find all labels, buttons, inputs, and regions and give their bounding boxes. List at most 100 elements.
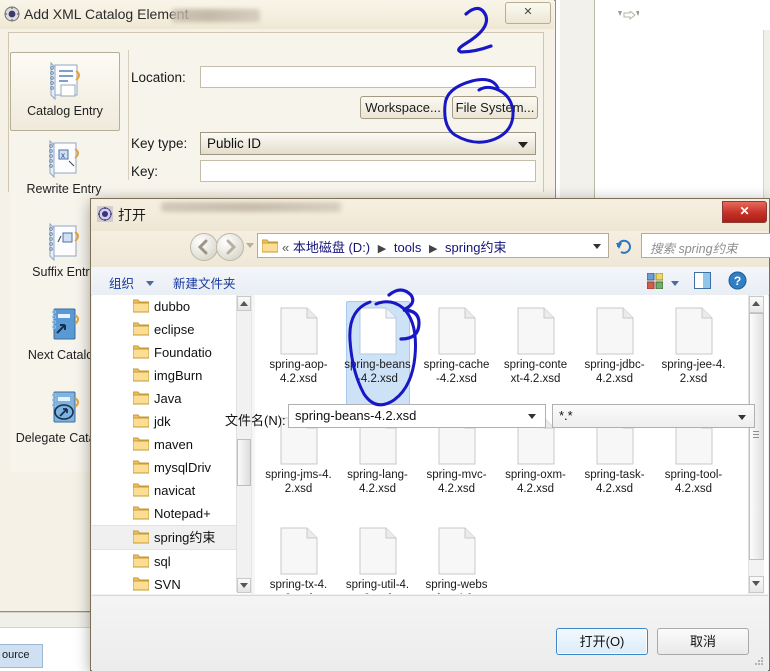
folder-icon — [133, 483, 149, 497]
folder-icon — [262, 239, 278, 253]
chevron-down-icon — [518, 142, 528, 148]
scrollbar-grip-icon — [753, 431, 759, 438]
xml-catalog-icon — [4, 6, 20, 22]
file-item-spring-context[interactable]: spring-context-4.2.xsd — [496, 299, 575, 409]
breadcrumb-item-2[interactable]: spring约束 — [445, 240, 506, 255]
open-button[interactable]: 打开(O) — [556, 628, 648, 655]
breadcrumb-item-0[interactable]: 本地磁盘 (D:) — [293, 240, 370, 255]
file-name-label: spring-aop-4.2.xsd — [269, 359, 328, 385]
tree-item-sql[interactable]: sql — [92, 550, 251, 573]
file-item-spring-tx[interactable]: spring-tx-4.2.xsd — [259, 519, 338, 594]
chevron-down-icon — [240, 583, 248, 588]
tree-item-mysqldriver[interactable]: mysqlDriv — [92, 456, 251, 479]
folder-icon — [133, 460, 149, 474]
tree-scroll-up-button[interactable] — [237, 296, 251, 311]
file-name-label: spring-cache-4.2.xsd — [423, 359, 490, 385]
tree-item-label: dubbo — [154, 299, 191, 314]
xsd-file-icon — [438, 527, 476, 575]
tree-scrollbar-thumb[interactable] — [237, 439, 251, 486]
tree-scroll-down-button[interactable] — [237, 578, 251, 593]
next-catalog-icon — [42, 303, 86, 347]
help-icon[interactable]: ? — [728, 271, 747, 290]
key-input[interactable] — [200, 160, 536, 182]
folder-icon — [133, 345, 149, 359]
file-name-label: spring-tool-4.2.xsd — [664, 469, 723, 495]
back-arrow-icon[interactable] — [190, 233, 218, 261]
tree-item-eclipse[interactable]: eclipse — [92, 318, 251, 341]
tree-item-label: sql — [154, 554, 171, 569]
resize-grip-icon[interactable] — [755, 657, 765, 667]
file-item-spring-jee[interactable]: spring-jee-4.2.xsd — [654, 299, 733, 409]
file-name-label: spring-jms-4.2.xsd — [265, 469, 332, 495]
file-type-filter-select[interactable]: *.* — [552, 404, 755, 428]
breadcrumb[interactable]: « 本地磁盘 (D:) ▶ tools ▶ spring约束 — [282, 237, 506, 256]
chevron-down-icon — [752, 581, 760, 586]
folder-icon — [133, 437, 149, 451]
preview-pane-icon[interactable] — [694, 272, 711, 289]
file-name-label: spring-tx-4.2.xsd — [269, 579, 328, 594]
file-list-pane[interactable]: spring-aop-4.2.xsd spring-beans-4.2.xsd … — [255, 295, 745, 594]
sidebar-item-catalog-entry[interactable]: Catalog Entry — [10, 52, 120, 131]
tree-item-dubbo[interactable]: dubbo — [92, 295, 251, 318]
delegate-catalog-icon — [42, 386, 86, 430]
xsd-file-icon — [675, 307, 713, 355]
file-name-label: spring-mvc-4.2.xsd — [426, 469, 487, 495]
file-scroll-down-button[interactable] — [749, 576, 764, 593]
tree-item-notepadplus[interactable]: Notepad+ — [92, 502, 251, 525]
forward-arrow-icon[interactable] — [216, 233, 244, 261]
file-name-label: spring-util-4.2.xsd — [345, 579, 410, 594]
tree-item-java[interactable]: Java — [92, 387, 251, 410]
tree-item-foundation[interactable]: Foundatio — [92, 341, 251, 364]
tree-item-svn[interactable]: SVN — [92, 573, 251, 596]
forward-arrow-icon[interactable] — [617, 11, 639, 23]
xml-dialog-close-button[interactable]: ✕ — [505, 2, 551, 24]
chevron-down-icon[interactable] — [528, 414, 536, 419]
editor-source-tab[interactable]: ource — [0, 644, 43, 668]
refresh-icon[interactable] — [615, 237, 633, 254]
history-dropdown-icon[interactable] — [246, 243, 254, 248]
folder-icon — [133, 414, 149, 428]
key-type-select[interactable]: Public ID — [200, 132, 536, 155]
file-system-button[interactable]: File System... — [452, 96, 538, 119]
folder-icon — [133, 299, 149, 313]
xsd-file-icon — [438, 307, 476, 355]
file-name-label: spring-websocket-4.2.xsd — [425, 579, 488, 594]
workspace-button[interactable]: Workspace... — [360, 96, 446, 119]
svg-text:?: ? — [734, 274, 741, 288]
filename-input[interactable]: spring-beans-4.2.xsd — [288, 404, 546, 428]
tree-item-imgburn[interactable]: imgBurn — [92, 364, 251, 387]
tree-item-maven[interactable]: maven — [92, 433, 251, 456]
new-folder-button[interactable]: 新建文件夹 — [173, 273, 236, 292]
file-item-spring-jdbc[interactable]: spring-jdbc-4.2.xsd — [575, 299, 654, 409]
file-item-spring-websocket[interactable]: spring-websocket-4.2.xsd — [417, 519, 496, 594]
tree-item-label: Java — [154, 391, 182, 406]
address-bar[interactable]: « 本地磁盘 (D:) ▶ tools ▶ spring约束 — [257, 233, 609, 258]
cancel-button[interactable]: 取消 — [657, 628, 749, 655]
tree-item-label: SVN — [154, 577, 181, 592]
open-dialog-close-button[interactable]: ✕ — [722, 201, 767, 223]
redacted-title-suffix — [172, 9, 260, 22]
location-input[interactable] — [200, 66, 536, 88]
tree-item-label: maven — [154, 437, 194, 452]
chevron-down-icon[interactable] — [146, 281, 154, 286]
breadcrumb-separator: ▶ — [428, 243, 438, 255]
search-input[interactable]: 搜索 spring约束 — [641, 233, 770, 258]
view-mode-icon[interactable] — [647, 273, 663, 289]
file-item-spring-aop[interactable]: spring-aop-4.2.xsd — [259, 299, 338, 409]
folder-icon — [133, 530, 149, 544]
file-grid: spring-aop-4.2.xsd spring-beans-4.2.xsd … — [259, 299, 745, 594]
file-item-spring-cache[interactable]: spring-cache-4.2.xsd — [417, 299, 496, 409]
tree-item-navicat[interactable]: navicat — [92, 479, 251, 502]
folder-icon — [133, 322, 149, 336]
file-scroll-up-button[interactable] — [749, 296, 764, 313]
chevron-down-icon[interactable] — [671, 281, 679, 286]
tree-item-spring-constraints[interactable]: spring约束 — [92, 525, 251, 550]
folder-icon — [133, 391, 149, 405]
chevron-down-icon[interactable] — [593, 244, 601, 249]
file-item-spring-util[interactable]: spring-util-4.2.xsd — [338, 519, 417, 594]
organize-button[interactable]: 组织 — [109, 273, 134, 292]
breadcrumb-item-1[interactable]: tools — [394, 240, 421, 255]
file-item-spring-beans[interactable]: spring-beans-4.2.xsd — [338, 299, 417, 409]
breadcrumb-overflow-chevron[interactable]: « — [282, 240, 289, 255]
search-placeholder: 搜索 spring约束 — [650, 242, 738, 256]
